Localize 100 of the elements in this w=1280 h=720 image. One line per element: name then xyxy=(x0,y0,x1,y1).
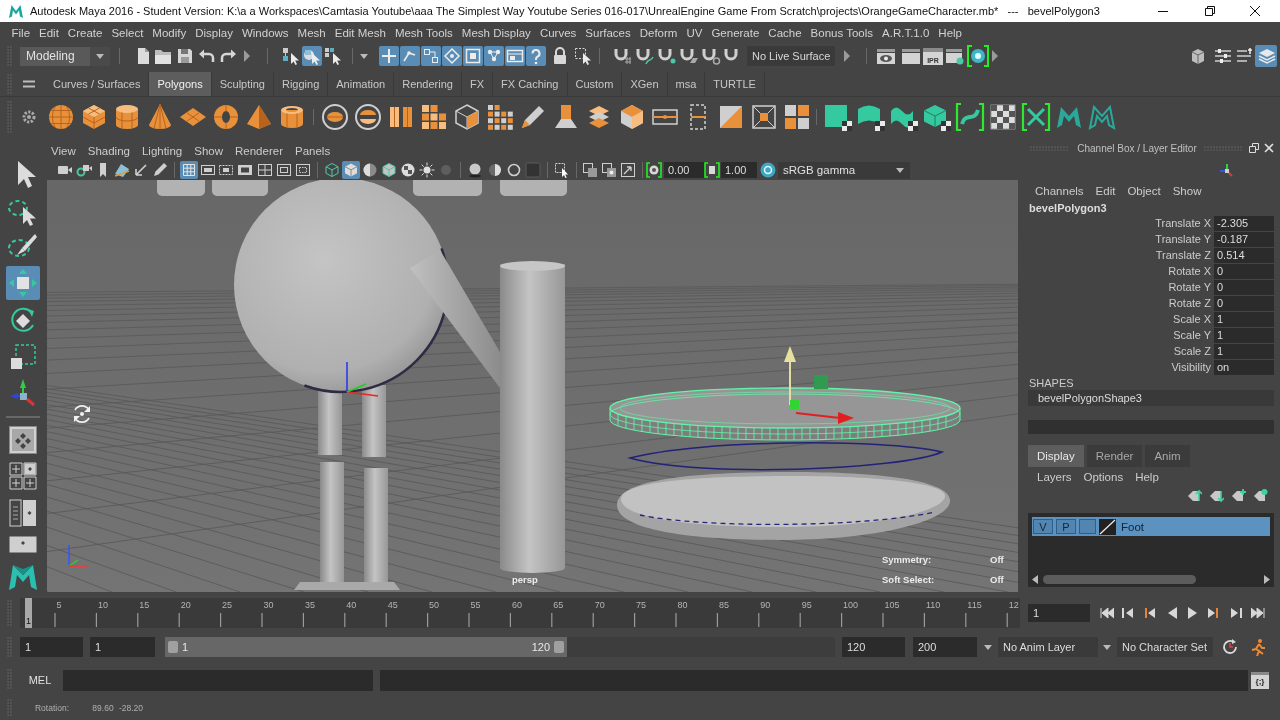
dashed-nested-frame-icon[interactable] xyxy=(294,161,312,179)
layer-color-swatch-icon[interactable] xyxy=(1099,518,1116,535)
panel-menu-item[interactable]: Panels xyxy=(288,144,337,157)
range-slider-track[interactable]: 1 120 xyxy=(165,637,835,657)
panel-menu-item[interactable]: View xyxy=(45,144,82,157)
float-window-icon[interactable] xyxy=(1249,143,1259,153)
anim-layer-caret-icon[interactable] xyxy=(984,644,992,650)
close-icon[interactable] xyxy=(1250,6,1260,16)
menu-item[interactable]: Mesh Display xyxy=(457,26,536,39)
channel-menu-item[interactable]: Object xyxy=(1121,185,1167,197)
collapse-arrow-icon[interactable] xyxy=(244,50,250,62)
film-strip-icon[interactable] xyxy=(505,46,525,66)
channel-value-field[interactable]: 1 xyxy=(1214,312,1274,327)
layer-tab[interactable]: Render xyxy=(1086,445,1143,467)
scroll-right-icon[interactable] xyxy=(1264,575,1270,584)
channel-value-field[interactable]: 0 xyxy=(1214,296,1274,311)
layer-tab[interactable]: Display xyxy=(1028,445,1084,467)
end-time-field[interactable]: 200 xyxy=(913,637,977,657)
channel-value-field[interactable]: -0.187 xyxy=(1214,232,1274,247)
color-management-icon[interactable] xyxy=(760,162,776,178)
running-figure-icon[interactable] xyxy=(1249,638,1267,656)
playback-toggle[interactable]: P xyxy=(1056,519,1076,534)
menu-item[interactable]: Display xyxy=(190,26,238,39)
scrollbar-thumb[interactable] xyxy=(1043,575,1196,584)
shelf-tab[interactable]: Polygons xyxy=(149,72,212,96)
menu-item[interactable]: UV xyxy=(681,26,707,39)
overlapping-squares-dot-icon[interactable] xyxy=(600,161,618,179)
shelf-tab[interactable]: FX xyxy=(461,72,493,96)
magnet-grid-icon[interactable] xyxy=(613,46,633,66)
shaded-cube-icon[interactable] xyxy=(342,161,360,179)
save-icon[interactable] xyxy=(175,46,195,66)
magnet-ring-icon[interactable] xyxy=(701,46,721,66)
layer-tab[interactable]: Anim xyxy=(1145,445,1190,467)
wide-pane-layout-icon[interactable] xyxy=(8,536,37,553)
shelf-tab[interactable]: Custom xyxy=(567,72,623,96)
menu-item[interactable]: Help xyxy=(933,26,967,39)
tag-up-arrow-icon[interactable] xyxy=(1186,488,1202,504)
menu-item[interactable]: Edit Mesh xyxy=(330,26,391,39)
wire-cube-icon[interactable] xyxy=(452,101,482,132)
diamond-icon[interactable] xyxy=(442,46,462,66)
channel-menu-item[interactable]: Edit xyxy=(1089,185,1122,197)
current-frame-field[interactable]: 1 xyxy=(1028,604,1090,622)
menu-item[interactable]: Select xyxy=(106,26,148,39)
menu-item[interactable]: Modify xyxy=(147,26,191,39)
shelf-tab[interactable]: Animation xyxy=(328,72,395,96)
menu-item[interactable]: Edit xyxy=(34,26,64,39)
menu-item[interactable]: File xyxy=(7,26,35,39)
step-back-key-icon[interactable] xyxy=(1121,606,1135,620)
menu-item[interactable]: Bonus Tools xyxy=(806,26,878,39)
command-language-label[interactable]: MEL xyxy=(28,674,52,686)
framed-square-icon[interactable] xyxy=(463,46,483,66)
shelf-tab[interactable]: Rendering xyxy=(394,72,462,96)
channel-menu-item[interactable]: Channels xyxy=(1029,185,1090,197)
bracketed-aperture-icon[interactable] xyxy=(646,162,662,178)
layer-menu-item[interactable]: Help xyxy=(1129,471,1165,483)
expand-arrow-icon[interactable] xyxy=(844,50,850,62)
channel-value-field[interactable]: 1 xyxy=(1214,328,1274,343)
channel-value-field[interactable]: -2.305 xyxy=(1214,216,1274,231)
channel-value-field[interactable]: 0 xyxy=(1214,280,1274,295)
play-forward-icon[interactable] xyxy=(1185,606,1199,620)
camera-gear-icon[interactable] xyxy=(76,162,92,178)
menu-item[interactable]: Cache xyxy=(763,26,807,39)
playback-end-field[interactable]: 120 xyxy=(842,637,905,657)
color-space-dropdown[interactable]: sRGB gamma xyxy=(778,161,910,179)
display-type-toggle[interactable] xyxy=(1079,519,1096,534)
sun-icon[interactable] xyxy=(418,161,436,179)
channel-value-field[interactable]: 0.514 xyxy=(1214,248,1274,263)
four-pane-layout-icon[interactable] xyxy=(8,462,37,490)
move-icon[interactable] xyxy=(5,266,40,300)
magnet-plane-icon[interactable] xyxy=(679,46,699,66)
dot-cluster-icon[interactable] xyxy=(484,46,504,66)
step-back-frame-icon[interactable] xyxy=(1143,606,1157,620)
panel-menu-item[interactable]: Lighting xyxy=(135,144,189,157)
tilted-plane-icon[interactable] xyxy=(114,162,130,178)
hierarchy-cursor-icon[interactable] xyxy=(281,46,301,66)
wire-shaded-cube-icon[interactable] xyxy=(380,161,398,179)
settings-icon[interactable] xyxy=(21,108,37,125)
menu-item[interactable]: Surfaces xyxy=(580,26,636,39)
command-input-field[interactable] xyxy=(63,669,373,691)
lock-icon[interactable] xyxy=(552,47,568,65)
connected-boxes-icon[interactable] xyxy=(421,46,441,66)
half-shaded-sphere-icon[interactable] xyxy=(361,161,379,179)
visibility-toggle[interactable]: V xyxy=(1033,519,1053,534)
checker-sphere-icon[interactable] xyxy=(399,161,417,179)
anim-layer-field[interactable]: No Anim Layer xyxy=(998,637,1098,657)
cross-icon[interactable] xyxy=(379,46,399,66)
channel-value-field[interactable]: on xyxy=(1214,360,1274,375)
exposure-field[interactable]: 0.00 xyxy=(664,162,705,178)
nested-frame-icon[interactable] xyxy=(275,161,293,179)
magnet-curve-icon[interactable] xyxy=(635,46,655,66)
mode-dropdown[interactable]: Modeling xyxy=(20,46,110,66)
layer-menu-item[interactable]: Options xyxy=(1077,471,1130,483)
question-mark-icon[interactable] xyxy=(526,46,546,66)
panel-menu-item[interactable]: Renderer xyxy=(229,144,289,157)
playback-start-field[interactable]: 1 xyxy=(90,637,155,657)
wire-cube-icon[interactable] xyxy=(323,161,341,179)
shape-name-field[interactable]: bevelPolygonShape3 xyxy=(1028,390,1274,406)
bent-curve-icon[interactable] xyxy=(400,46,420,66)
script-editor-button[interactable]: {;} xyxy=(1251,671,1269,689)
shelf-tab[interactable]: XGen xyxy=(622,72,668,96)
